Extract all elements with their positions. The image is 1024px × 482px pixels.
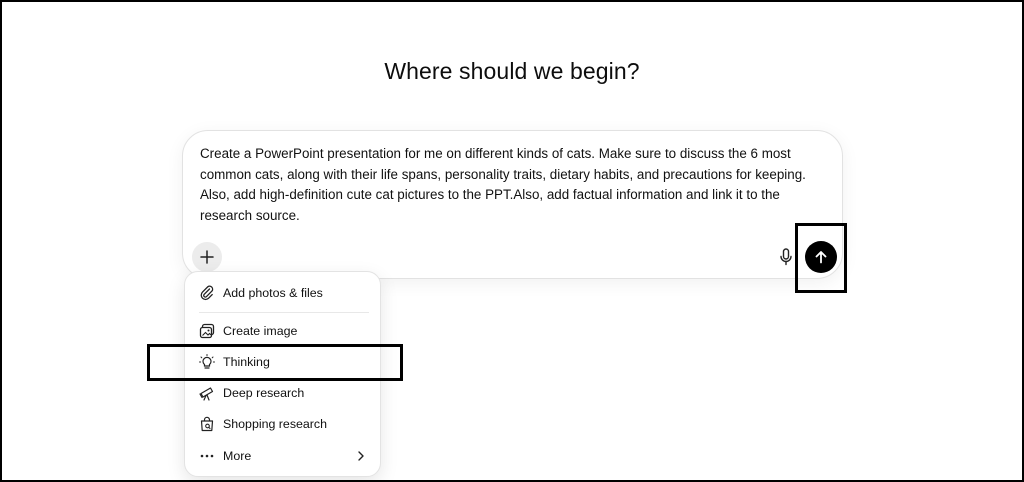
page-title: Where should we begin? xyxy=(384,58,640,84)
dictate-button[interactable] xyxy=(775,246,797,268)
menu-item-deep-research[interactable]: Deep research xyxy=(199,381,369,405)
prompt-input[interactable]: Create a PowerPoint presentation for me … xyxy=(200,144,830,226)
menu-item-create-image[interactable]: Create image xyxy=(199,319,369,343)
menu-item-label: Add photos & files xyxy=(223,286,323,300)
chevron-right-icon xyxy=(358,451,364,461)
menu-item-label: Shopping research xyxy=(223,417,328,431)
add-attachment-button[interactable] xyxy=(192,242,222,272)
send-button-highlight-box xyxy=(795,223,847,293)
menu-item-more[interactable]: More xyxy=(199,444,369,468)
paperclip-icon xyxy=(199,285,215,301)
microphone-icon xyxy=(780,248,792,266)
menu-divider xyxy=(199,312,369,313)
menu-item-label: More xyxy=(223,449,252,463)
plus-icon xyxy=(200,250,214,264)
image-icon xyxy=(199,323,215,339)
shopping-bag-icon xyxy=(199,416,215,432)
ellipsis-icon xyxy=(199,448,215,464)
telescope-icon xyxy=(199,385,215,401)
menu-item-shopping-research[interactable]: Shopping research xyxy=(199,412,369,436)
prompt-composer: Create a PowerPoint presentation for me … xyxy=(182,130,843,279)
thinking-highlight-box xyxy=(147,344,403,381)
menu-item-label: Create image xyxy=(223,324,298,338)
menu-item-add-photos-files[interactable]: Add photos & files xyxy=(199,281,369,305)
menu-item-label: Deep research xyxy=(223,386,305,400)
